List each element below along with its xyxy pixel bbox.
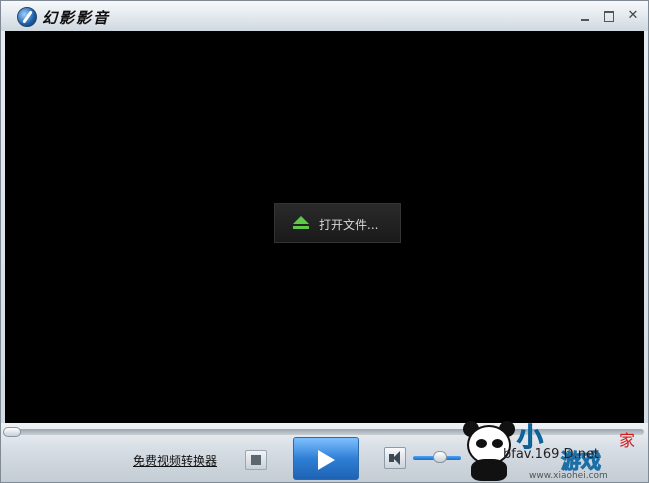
eject-icon [293,216,309,230]
stop-button[interactable] [245,450,267,470]
watermark-url: www.xiaohei.com [529,471,608,481]
stop-icon [251,455,261,465]
close-button[interactable]: ✕ [625,8,641,24]
app-logo-icon [17,7,37,27]
seek-handle[interactable] [3,427,21,437]
speaker-icon [389,451,400,465]
player-window: 幻影影音 ✕ 打开文件... 免费视频转换器 小 游戏 家 www.xiaohe… [0,0,649,483]
open-file-button[interactable]: 打开文件... [274,203,401,243]
overlay-text: bfav.169 D.net [503,447,600,462]
video-area[interactable]: 打开文件... [5,31,644,423]
open-file-label: 打开文件... [319,218,379,232]
title-bar[interactable]: 幻影影音 ✕ [1,1,648,31]
watermark-home: 家 [619,431,636,450]
minimize-button[interactable] [577,8,593,24]
play-button[interactable] [293,437,359,480]
volume-handle[interactable] [433,451,448,463]
play-icon [318,450,335,470]
maximize-button[interactable] [601,8,617,24]
mute-button[interactable] [384,447,406,469]
app-title: 幻影影音 [42,9,111,27]
video-converter-link[interactable]: 免费视频转换器 [133,452,217,469]
